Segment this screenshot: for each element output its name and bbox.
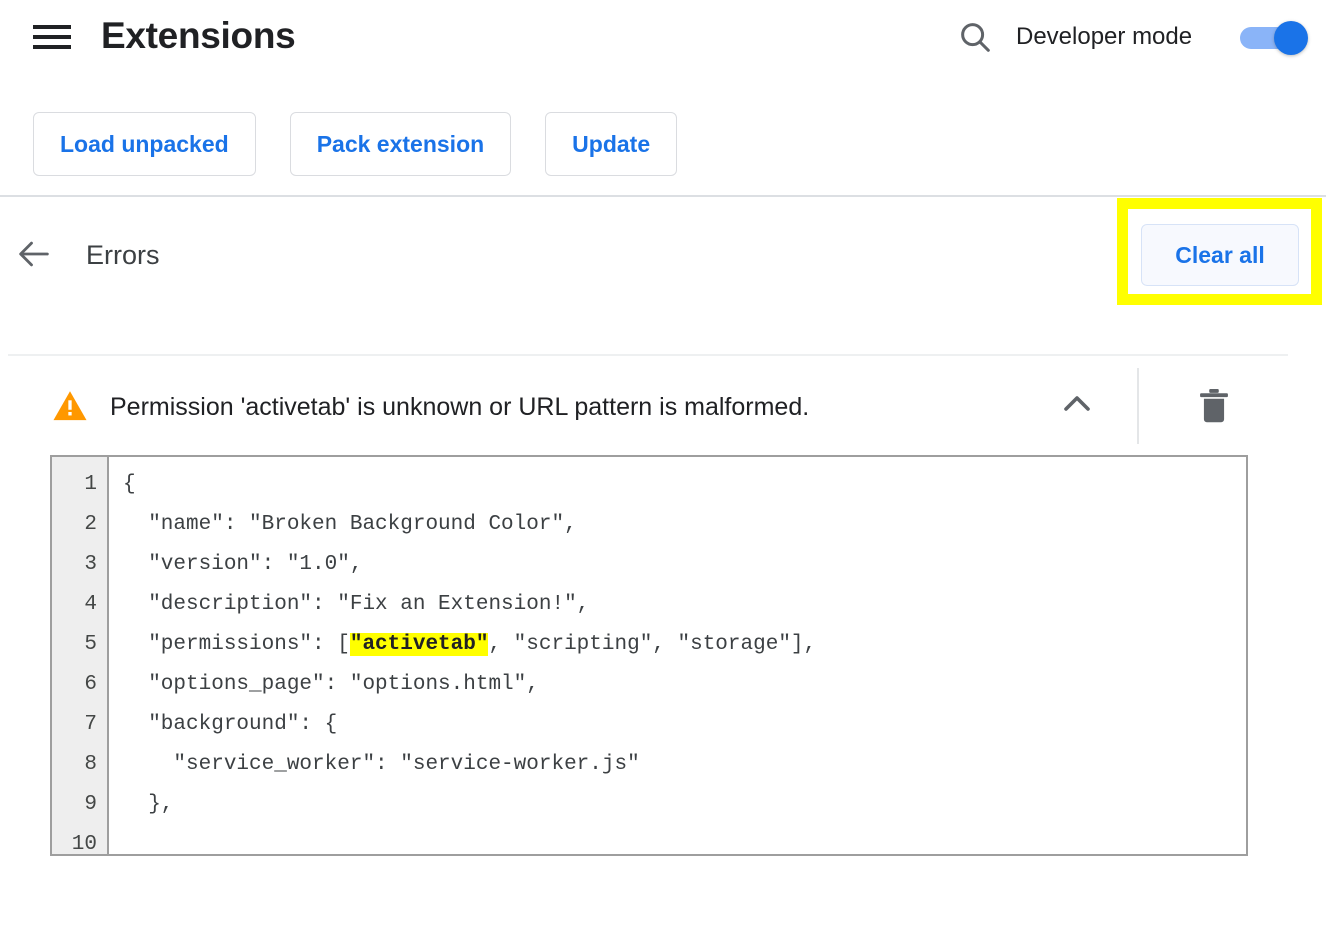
developer-mode-label: Developer mode: [1016, 23, 1193, 50]
hamburger-bar: [33, 45, 71, 49]
code-line: "service_worker": "service-worker.js": [123, 753, 640, 776]
hamburger-menu-icon[interactable]: [33, 22, 71, 52]
page-title: Extensions: [101, 15, 296, 56]
code-line: "options_page": "options.html",: [123, 673, 539, 696]
extensions-errors-page: Extensions Developer mode Load unpacked …: [0, 0, 1326, 952]
hamburger-bar: [33, 35, 71, 39]
line-number: 4: [84, 593, 97, 616]
line-number: 2: [84, 513, 97, 536]
top-toolbar: Extensions Developer mode: [0, 0, 1326, 72]
line-number: 8: [84, 753, 97, 776]
clear-all-button[interactable]: Clear all: [1141, 224, 1299, 286]
manifest-code-block: 1 2 3 4 5 6 7 8 9 10 { "name": "Broken B…: [50, 455, 1248, 856]
toggle-knob: [1274, 21, 1308, 55]
error-actions-divider: [1137, 368, 1139, 444]
code-line-permissions: "permissions": ["activetab", "scripting"…: [123, 625, 1246, 665]
load-unpacked-button[interactable]: Load unpacked: [33, 112, 256, 176]
action-button-row: Load unpacked Pack extension Update: [33, 112, 678, 176]
pack-extension-button[interactable]: Pack extension: [289, 112, 512, 176]
error-message: Permission 'activetab' is unknown or URL…: [110, 393, 810, 421]
developer-mode-toggle[interactable]: [1240, 21, 1308, 55]
line-number: 6: [84, 673, 97, 696]
search-icon[interactable]: [956, 18, 994, 56]
code-line: },: [123, 793, 174, 816]
code-line: "name": "Broken Background Color",: [123, 513, 577, 536]
code-line-number-gutter: 1 2 3 4 5 6 7 8 9 10: [52, 457, 109, 854]
errors-list-divider: [8, 354, 1288, 356]
trash-icon[interactable]: [1192, 383, 1236, 427]
back-arrow-icon[interactable]: [14, 234, 54, 274]
code-content[interactable]: { "name": "Broken Background Color", "ve…: [109, 457, 1246, 854]
code-line: "version": "1.0",: [123, 553, 363, 576]
warning-triangle-icon: [52, 388, 88, 424]
errors-header: Errors: [0, 197, 1326, 315]
line-number: 3: [84, 553, 97, 576]
code-prefix: "permissions": [: [123, 633, 350, 656]
line-number: 7: [84, 713, 97, 736]
code-suffix: , "scripting", "storage"],: [488, 633, 817, 656]
code-line: "description": "Fix an Extension!",: [123, 593, 590, 616]
highlighted-permission-token: "activetab": [349, 633, 489, 656]
errors-title: Errors: [86, 240, 160, 270]
line-number: 9: [84, 793, 97, 816]
code-line: {: [123, 473, 136, 496]
chevron-up-icon[interactable]: [1053, 380, 1101, 428]
line-number: 5: [84, 633, 97, 656]
line-number: 10: [71, 833, 97, 856]
hamburger-bar: [33, 25, 71, 29]
update-button[interactable]: Update: [545, 112, 678, 176]
line-number: 1: [84, 473, 97, 496]
code-line: "background": {: [123, 713, 338, 736]
